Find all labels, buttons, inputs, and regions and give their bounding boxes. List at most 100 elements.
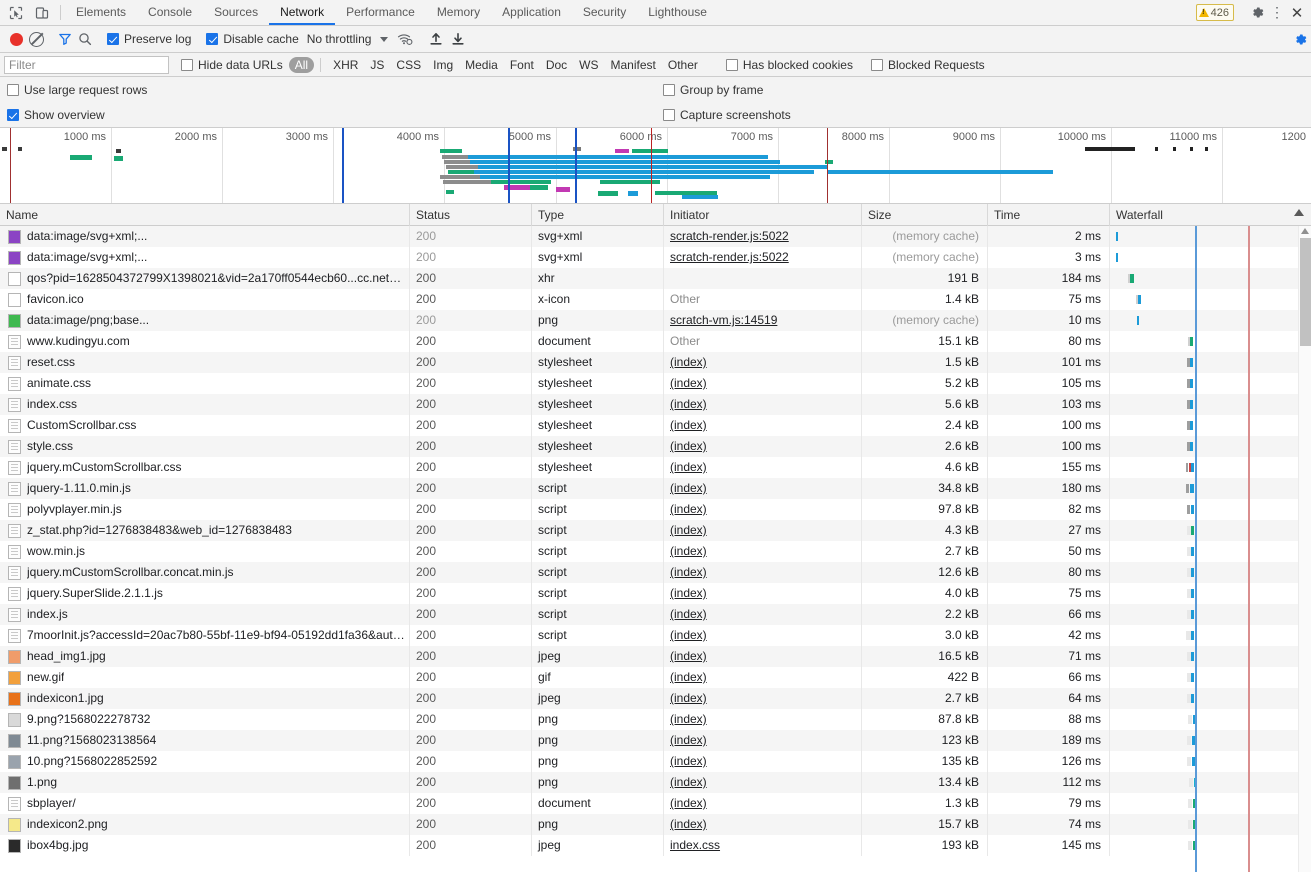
initiator-link[interactable]: (index) [670, 502, 707, 516]
column-header-name[interactable]: Name [0, 204, 410, 226]
scrollbar-thumb[interactable] [1300, 238, 1311, 346]
capture-screenshots-checkbox[interactable]: Capture screenshots [663, 108, 791, 122]
table-row[interactable]: new.gif 200 gif (index) 422 B 66 ms [0, 667, 1311, 688]
initiator-link[interactable]: (index) [670, 586, 707, 600]
table-row[interactable]: 11.png?1568023138564 200 png (index) 123 kB 1… [0, 730, 1311, 751]
tab-security[interactable]: Security [572, 0, 637, 25]
table-row[interactable]: favicon.ico 200 x-icon Other 1.4 kB 75 ms [0, 289, 1311, 310]
disable-cache-checkbox[interactable]: Disable cache [206, 32, 299, 46]
table-row[interactable]: index.js 200 script (index) 2.2 kB 66 ms [0, 604, 1311, 625]
table-row[interactable]: wow.min.js 200 script (index) 2.7 kB 50 ms [0, 541, 1311, 562]
initiator-link[interactable]: (index) [670, 565, 707, 579]
network-overview-timeline[interactable]: 1000 ms 2000 ms 3000 ms 4000 ms 5000 ms 6000 … [0, 128, 1311, 204]
hide-data-urls-checkbox[interactable]: Hide data URLs [181, 58, 283, 72]
close-icon[interactable]: ✕ [1287, 3, 1307, 23]
initiator-link[interactable]: (index) [670, 796, 707, 810]
network-settings-gear-icon[interactable] [1289, 32, 1311, 47]
table-row[interactable]: 10.png?1568022852592 200 png (index) 135 kB 1… [0, 751, 1311, 772]
column-header-initiator[interactable]: Initiator [664, 204, 862, 226]
chevron-down-icon[interactable] [380, 36, 389, 42]
network-conditions-icon[interactable] [397, 32, 413, 46]
column-header-type[interactable]: Type [532, 204, 664, 226]
tab-console[interactable]: Console [137, 0, 203, 25]
table-row[interactable]: head_img1.jpg 200 jpeg (index) 16.5 kB 71 ms [0, 646, 1311, 667]
table-row[interactable]: style.css 200 stylesheet (index) 2.6 kB 100 m… [0, 436, 1311, 457]
initiator-link[interactable]: (index) [670, 439, 707, 453]
more-options-icon[interactable]: ⋮ [1269, 5, 1285, 19]
tab-elements[interactable]: Elements [65, 0, 137, 25]
table-row[interactable]: z_stat.php?id=1276838483&web_id=12768384… [0, 520, 1311, 541]
initiator-link[interactable]: scratch-vm.js:14519 [670, 313, 777, 327]
column-header-waterfall[interactable]: Waterfall [1110, 204, 1311, 226]
initiator-link[interactable]: (index) [670, 754, 707, 768]
filter-chip-img[interactable]: Img [427, 57, 459, 73]
show-overview-checkbox[interactable]: Show overview [7, 108, 105, 122]
initiator-link[interactable]: (index) [670, 607, 707, 621]
filter-chip-js[interactable]: JS [364, 57, 390, 73]
tab-performance[interactable]: Performance [335, 0, 426, 25]
initiator-link[interactable]: (index) [670, 376, 707, 390]
gear-icon[interactable] [1247, 3, 1267, 23]
table-row[interactable]: 7moorInit.js?accessId=20ac7b80-55bf-11e9… [0, 625, 1311, 646]
tab-lighthouse[interactable]: Lighthouse [637, 0, 718, 25]
table-row[interactable]: jquery-1.11.0.min.js 200 script (index) 34.8… [0, 478, 1311, 499]
table-row[interactable]: indexicon2.png 200 png (index) 15.7 kB 74 ms [0, 814, 1311, 835]
inspect-element-icon[interactable] [6, 3, 26, 23]
blocked-requests-checkbox[interactable]: Blocked Requests [870, 58, 985, 72]
search-input[interactable] [4, 55, 169, 74]
initiator-link[interactable]: (index) [670, 355, 707, 369]
initiator-link[interactable]: (index) [670, 712, 707, 726]
preserve-log-checkbox[interactable]: Preserve log [107, 32, 191, 46]
table-row[interactable]: CustomScrollbar.css 200 stylesheet (index) 2… [0, 415, 1311, 436]
initiator-link[interactable]: (index) [670, 628, 707, 642]
table-row[interactable]: reset.css 200 stylesheet (index) 1.5 kB 101 m… [0, 352, 1311, 373]
group-by-frame-checkbox[interactable]: Group by frame [663, 83, 763, 97]
table-row[interactable]: index.css 200 stylesheet (index) 5.6 kB 103 m… [0, 394, 1311, 415]
tab-memory[interactable]: Memory [426, 0, 491, 25]
table-row[interactable]: jquery.mCustomScrollbar.css 200 stylesheet… [0, 457, 1311, 478]
table-row[interactable]: polyvplayer.min.js 200 script (index) 97.8 k… [0, 499, 1311, 520]
use-large-request-rows-checkbox[interactable]: Use large request rows [7, 83, 147, 97]
initiator-link[interactable]: (index) [670, 523, 707, 537]
device-toolbar-icon[interactable] [32, 3, 52, 23]
table-row[interactable]: sbplayer/200 document (index) 1.3 kB 79 ms [0, 793, 1311, 814]
filter-chip-font[interactable]: Font [504, 57, 540, 73]
filter-chip-xhr[interactable]: XHR [327, 57, 364, 73]
initiator-link[interactable]: scratch-render.js:5022 [670, 250, 789, 264]
tab-network[interactable]: Network [269, 0, 336, 25]
filter-chip-css[interactable]: CSS [390, 57, 427, 73]
initiator-link[interactable]: (index) [670, 670, 707, 684]
tab-sources[interactable]: Sources [203, 0, 269, 25]
table-row[interactable]: data:image/svg+xml;... 200 svg+xml scratch-… [0, 247, 1311, 268]
warning-count-badge[interactable]: 426 [1195, 4, 1234, 21]
scroll-up-arrow-icon[interactable] [1301, 228, 1309, 234]
table-row[interactable]: www.kudingyu.com 200 document Other 15.1 kB 8… [0, 331, 1311, 352]
search-icon[interactable] [75, 29, 95, 49]
clear-icon[interactable] [26, 29, 46, 49]
initiator-link[interactable]: (index) [670, 649, 707, 663]
initiator-link[interactable]: scratch-render.js:5022 [670, 229, 789, 243]
initiator-link[interactable]: (index) [670, 481, 707, 495]
table-row[interactable]: data:image/png;base... 200 png scratch-vm.j… [0, 310, 1311, 331]
export-har-icon[interactable] [447, 32, 469, 46]
table-row[interactable]: data:image/svg+xml;... 200 svg+xml scratch-… [0, 226, 1311, 247]
vertical-scrollbar[interactable] [1298, 226, 1311, 872]
initiator-link[interactable]: index.css [670, 838, 720, 852]
filter-chip-ws[interactable]: WS [573, 57, 604, 73]
filter-chip-doc[interactable]: Doc [540, 57, 573, 73]
table-row[interactable]: qos?pid=1628504372799X1398021&vid=2a170f… [0, 268, 1311, 289]
tab-application[interactable]: Application [491, 0, 572, 25]
filter-chip-media[interactable]: Media [459, 57, 504, 73]
table-row[interactable]: indexicon1.jpg 200 jpeg (index) 2.7 kB 64 ms [0, 688, 1311, 709]
filter-chip-all[interactable]: All [288, 56, 315, 73]
initiator-link[interactable]: (index) [670, 544, 707, 558]
table-row[interactable]: jquery.mCustomScrollbar.concat.min.js 200… [0, 562, 1311, 583]
column-header-time[interactable]: Time [988, 204, 1110, 226]
throttling-select[interactable]: No throttling [307, 32, 372, 46]
record-icon[interactable] [6, 29, 26, 49]
initiator-link[interactable]: (index) [670, 460, 707, 474]
table-row[interactable]: ibox4bg.jpg 200 jpeg index.css 193 kB 145 ms [0, 835, 1311, 856]
table-row[interactable]: 9.png?1568022278732 200 png (index) 87.8 kB 8… [0, 709, 1311, 730]
filter-chip-other[interactable]: Other [662, 57, 704, 73]
initiator-link[interactable]: (index) [670, 691, 707, 705]
